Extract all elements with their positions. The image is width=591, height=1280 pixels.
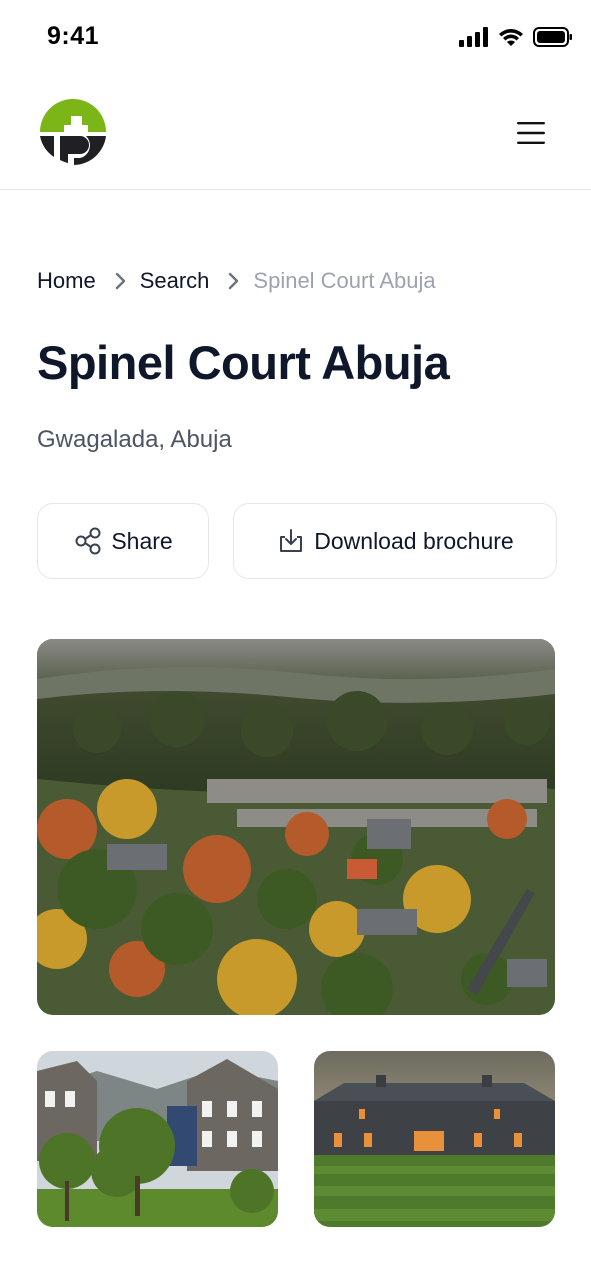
page-title: Spinel Court Abuja xyxy=(37,336,450,389)
wifi-icon xyxy=(499,29,523,46)
app-header xyxy=(0,76,591,190)
share-button[interactable]: Share xyxy=(37,503,209,579)
status-bar: 9:41 xyxy=(0,0,591,76)
hamburger-menu-icon[interactable] xyxy=(512,118,550,148)
download-brochure-button[interactable]: Download brochure xyxy=(233,503,557,579)
battery-icon xyxy=(533,27,572,47)
download-icon xyxy=(280,529,303,552)
download-label: Download brochure xyxy=(314,527,514,554)
chevron-right-icon xyxy=(114,272,126,290)
breadcrumb-search[interactable]: Search xyxy=(140,268,210,294)
breadcrumb: Home Search Spinel Court Abuja xyxy=(37,268,436,294)
property-location: Gwagalada, Abuja xyxy=(37,426,232,453)
brand-logo[interactable] xyxy=(38,97,108,167)
status-time: 9:41 xyxy=(47,22,100,50)
breadcrumb-home[interactable]: Home xyxy=(37,268,96,294)
barn-house-lawn-photo[interactable] xyxy=(314,1051,555,1227)
share-label: Share xyxy=(111,527,173,554)
aerial-town-autumn-photo[interactable] xyxy=(37,639,555,1015)
breadcrumb-current: Spinel Court Abuja xyxy=(253,268,436,293)
share-icon xyxy=(75,527,101,555)
chevron-right-icon xyxy=(227,272,239,290)
signal-icon xyxy=(459,27,488,47)
status-icons xyxy=(459,27,573,47)
victorian-houses-photo[interactable] xyxy=(37,1051,278,1227)
